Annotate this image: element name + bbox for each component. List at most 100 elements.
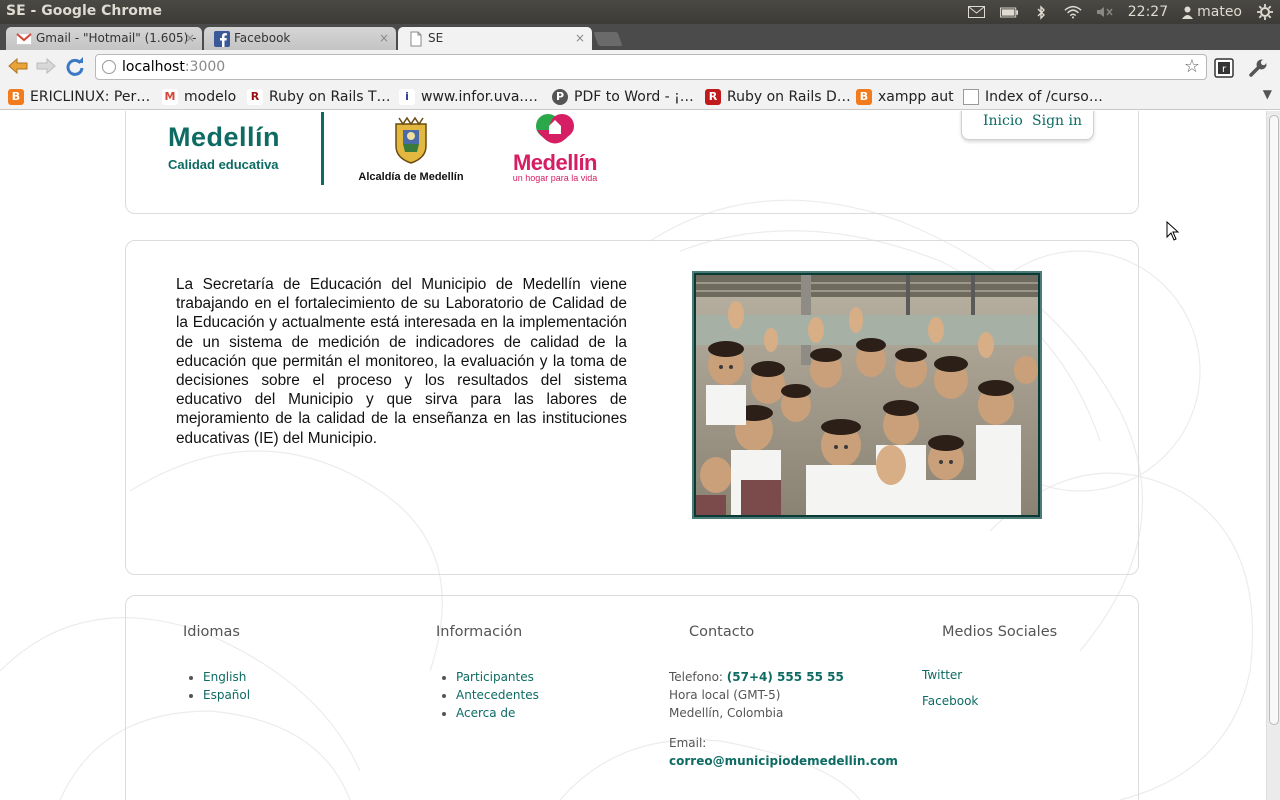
bookmarks-bar: B ERICLINUX: Per… M modelo R Ruby on Rai… [0,84,1280,110]
reload-button[interactable] [64,57,86,77]
footer-heading: Medios Sociales [942,624,1058,640]
bookmark-label: Ruby on Rails D… [727,89,851,105]
intro-paragraph: La Secretaría de Educación del Municipio… [176,276,627,447]
footer-contacto: Contacto Telefono: (57+4) 555 55 55 Hora… [669,624,898,770]
page-icon [963,89,979,105]
footer-heading: Idiomas [183,624,240,640]
acerca-de-link[interactable]: Acerca de [456,706,515,720]
bookmark-item[interactable]: B xampp aut [856,87,954,107]
logo-divider [321,112,324,185]
tab-label: SE [428,31,444,45]
language-english-link[interactable]: English [203,670,246,684]
gmail-icon: M [162,89,178,105]
local-time: Hora local (GMT-5) [669,688,781,702]
bookmarks-overflow-chevron-icon[interactable]: ▼ [1263,87,1272,101]
bookmark-item[interactable]: i www.infor.uva.… [399,87,538,107]
email-label: Email: [669,736,707,750]
mail-icon[interactable] [968,5,986,19]
tab-label: Gmail - "Hotmail" (1.605) - [36,31,197,45]
facebook-link[interactable]: Facebook [922,694,1057,708]
tab-close-icon[interactable]: × [379,27,389,50]
scrollbar-thumb[interactable] [1269,115,1279,725]
medellin-tagline: un hogar para la vida [512,173,598,183]
page-viewport: Medellín Calidad educativa Alcaldía de M… [0,111,1266,800]
students-photo [692,271,1042,519]
window-title: SE - Google Chrome [6,3,162,19]
reload-icon [66,57,84,76]
logo-sub-text: Calidad educativa [168,157,279,172]
power-gear-icon[interactable] [1256,4,1274,20]
bookmark-label: Ruby on Rails T… [269,89,391,105]
main-content: La Secretaría de Educación del Municipio… [125,240,1139,575]
email-link[interactable]: correo@municipiodemedellin.com [669,752,898,770]
infor-icon: i [399,89,415,105]
informacion-list: Participantes Antecedentes Acerca de [456,668,539,722]
tab-gmail[interactable]: Gmail - "Hotmail" (1.605) - × [6,27,202,50]
bluetooth-icon[interactable] [1032,4,1050,20]
tab-close-icon[interactable]: × [575,27,585,50]
list-item: English [203,668,250,686]
tab-strip: Gmail - "Hotmail" (1.605) - × Facebook ×… [0,24,1280,51]
page-scrollbar[interactable] [1266,111,1280,800]
user-icon [1182,6,1194,19]
footer-heading: Contacto [689,624,755,640]
address-port: :3000 [184,59,226,75]
alcaldia-logo: Alcaldía de Medellín [354,116,468,183]
top-nav: Inicio Sign in [961,111,1094,140]
phone-number: (57+4) 555 55 55 [726,670,844,684]
rails-icon: R [247,89,263,105]
bookmark-label: Index of /curso… [985,89,1103,105]
os-top-panel: SE - Google Chrome 22:27 mateo [0,0,1280,24]
gmail-icon [16,33,32,45]
extension-icon: r [1214,58,1234,78]
twitter-link[interactable]: Twitter [922,668,1057,682]
tab-se[interactable]: SE × [398,27,592,51]
tab-close-icon[interactable]: × [185,27,195,50]
phone-row: Telefono: (57+4) 555 55 55 [669,668,898,686]
coat-of-arms-icon [395,116,427,164]
bookmark-label: modelo [184,89,237,105]
battery-icon[interactable] [999,5,1018,19]
wifi-icon[interactable] [1064,5,1082,19]
idiomas-list: English Español [203,668,250,704]
back-button[interactable] [7,57,29,77]
volume-muted-icon[interactable] [1096,5,1114,19]
extension-button[interactable]: r [1214,58,1234,78]
settings-wrench-button[interactable] [1248,58,1268,78]
footer-social: Medios Sociales Twitter Facebook [922,624,1057,708]
footer-idiomas: Idiomas English Español [183,624,250,704]
bookmark-item[interactable]: R Ruby on Rails D… [705,87,851,107]
clock[interactable]: 22:27 [1128,4,1168,20]
user-menu[interactable]: mateo [1182,4,1242,20]
calidad-educativa-logo[interactable]: Medellín Calidad educativa [168,122,280,172]
bookmark-label: xampp aut [878,89,954,105]
heart-house-icon [536,114,574,144]
address-host: localhost [122,59,185,75]
city: Medellín, Colombia [669,706,784,720]
page-info-icon[interactable] [102,60,116,74]
facebook-icon [214,31,230,47]
bookmark-item[interactable]: Index of /curso… [963,87,1103,107]
bookmark-item[interactable]: P PDF to Word - ¡… [552,87,694,107]
phone-label: Telefono: [669,670,723,684]
list-item: Acerca de [456,704,539,722]
new-tab-button[interactable] [593,32,623,46]
medellin-hogar-logo: Medellín un hogar para la vida [510,112,600,183]
bookmark-star-icon[interactable]: ☆ [1184,55,1200,79]
nav-signin-link[interactable]: Sign in [1032,113,1082,129]
list-item: Antecedentes [456,686,539,704]
antecedentes-link[interactable]: Antecedentes [456,688,539,702]
bookmark-item[interactable]: B ERICLINUX: Per… [8,87,150,107]
list-item: Español [203,686,250,704]
students-photo-image [696,275,1038,515]
nav-inicio-link[interactable]: Inicio [983,113,1023,129]
system-tray: 22:27 mateo [968,0,1274,24]
bookmark-label: www.infor.uva.… [421,89,538,105]
language-espanol-link[interactable]: Español [203,688,250,702]
bookmark-item[interactable]: M modelo [162,87,236,107]
bookmark-item[interactable]: R Ruby on Rails T… [247,87,391,107]
forward-button[interactable] [35,57,57,77]
address-bar[interactable]: localhost:3000 ☆ [95,54,1207,80]
participantes-link[interactable]: Participantes [456,670,534,684]
tab-facebook[interactable]: Facebook × [204,27,396,50]
